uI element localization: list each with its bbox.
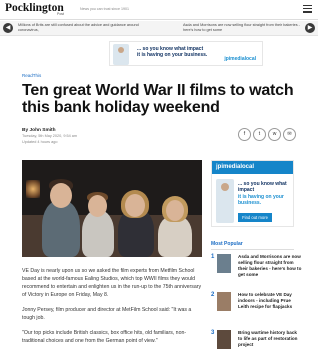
ad-brand: jpimedialocal [224, 56, 256, 62]
face-shape [88, 195, 107, 217]
popular-item-number: 3 [211, 330, 215, 336]
face-shape [50, 183, 72, 208]
popular-item-number: 1 [211, 254, 215, 260]
ticker-item[interactable]: Millions of Brits are still confused abo… [18, 23, 143, 33]
ad-text-line2: it is having on your business. [137, 52, 208, 58]
person-figure [42, 200, 80, 257]
site-logo-sub: Post [57, 12, 65, 16]
person-figure [82, 210, 114, 257]
site-tagline: News you can trust since 1901 [80, 7, 129, 11]
popular-item-thumbnail[interactable] [217, 292, 231, 311]
chevron-right-icon[interactable]: ▶ [305, 23, 315, 33]
article-paragraph: VE Day is nearly upon us so we asked the… [22, 268, 202, 298]
popular-item[interactable]: 2 How to celebrate VE Day indoors - incl… [211, 292, 301, 322]
popular-item-thumbnail[interactable] [217, 254, 231, 273]
ad-person-image [216, 179, 234, 223]
whatsapp-share-button[interactable]: w [268, 128, 281, 141]
popular-item[interactable]: 3 Bring wartime history back to life as … [211, 330, 301, 350]
popular-item[interactable]: 1 Asda and Morrisons are now selling flo… [211, 254, 301, 284]
article-paragraph: Jonny Persey, film producer and director… [22, 307, 192, 321]
ad-text-line2: it is having on your business. [238, 194, 284, 206]
popular-item-title[interactable]: Asda and Morrisons are now selling flour… [238, 254, 302, 278]
chevron-left-icon[interactable]: ◀ [3, 23, 13, 33]
popular-item-number: 2 [211, 292, 215, 298]
article-headline: Ten great World War II films to watch th… [22, 82, 294, 116]
site-header: Pocklington Post News you can trust sinc… [0, 0, 318, 20]
article-author[interactable]: By John Smith [22, 128, 56, 133]
article-paragraph: "Our top picks include British classics,… [22, 330, 187, 344]
ad-text-line1: ... so you know what impact [238, 181, 287, 193]
article-updated: Updated 4 hours ago [22, 140, 58, 144]
advert-banner-top[interactable]: ... so you know what impact it is having… [109, 41, 263, 66]
facebook-share-button[interactable]: f [238, 128, 251, 141]
lamp-image [26, 180, 40, 198]
popular-item-thumbnail[interactable] [217, 330, 231, 349]
news-ticker: ◀ Millions of Brits are still confused a… [0, 21, 318, 36]
article-hero-image [22, 160, 202, 257]
twitter-share-button[interactable]: t [253, 128, 266, 141]
article-date: Tuesday, 5th May 2020, 9:54 am [22, 134, 78, 138]
face-shape [125, 194, 145, 217]
hamburger-menu-icon[interactable] [303, 5, 312, 13]
section-label[interactable]: ReadThis [22, 73, 41, 78]
ad-find-out-more-button[interactable]: Find out more [238, 213, 272, 222]
site-logo[interactable]: Pocklington [5, 2, 64, 14]
divider [211, 249, 294, 250]
face-shape [166, 200, 184, 221]
advert-sidebar[interactable]: jpimedialocal ... so you know what impac… [211, 160, 294, 227]
popular-item-title[interactable]: How to celebrate VE Day indoors - includ… [238, 292, 302, 310]
ad-brand-bar: jpimedialocal [212, 161, 293, 174]
email-share-button[interactable]: ✉ [283, 128, 296, 141]
ticker-item[interactable]: Asda and Morrisons are now selling flour… [183, 23, 303, 33]
most-popular-heading: Most Popular [211, 241, 243, 247]
ad-person-image [113, 44, 129, 65]
popular-item-title[interactable]: Bring wartime history back to life as pa… [238, 330, 302, 348]
